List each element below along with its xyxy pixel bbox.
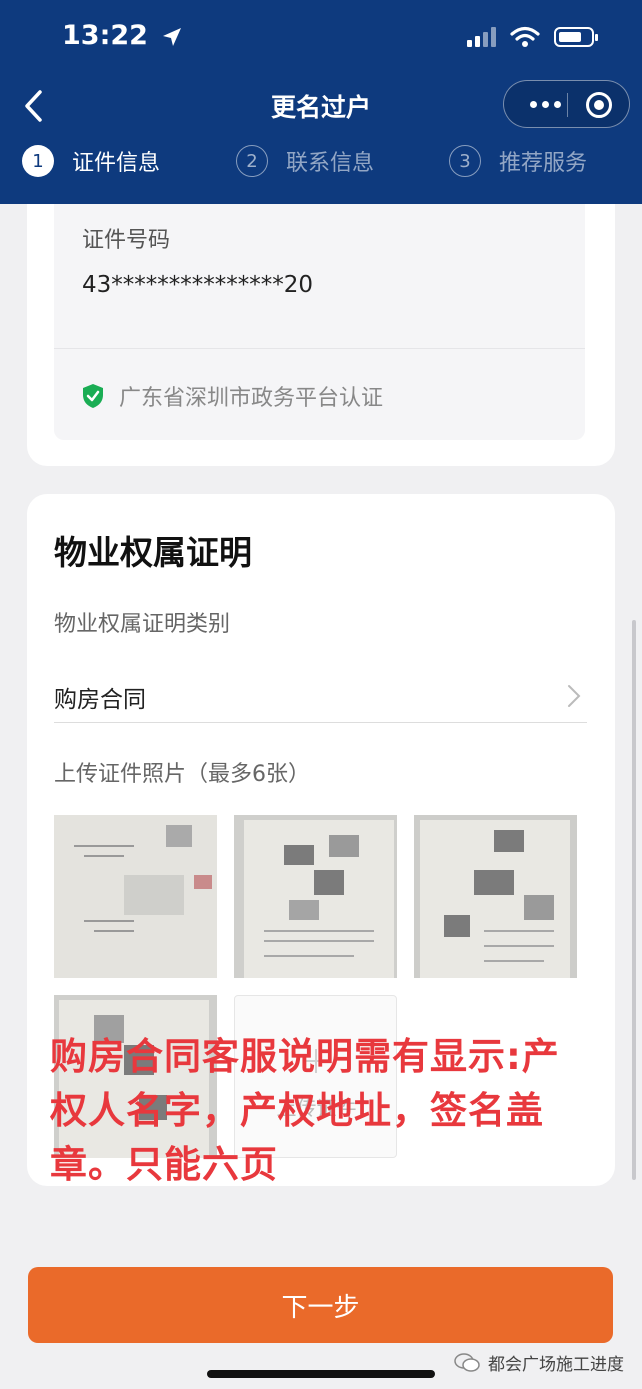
id-info-card: 证件号码 43***************20 广东省深圳市政务平台认证 [27,204,615,466]
home-indicator [207,1370,435,1378]
watermark-text: 都会广场施工进度 [488,1355,624,1375]
proof-type-select[interactable]: 购房合同 [54,674,587,723]
annotation-overlay: 购房合同客服说明需有显示:产权人名字，产权地址，签名盖章。只能六页 [50,1035,560,1186]
proof-type-value: 购房合同 [54,687,146,713]
uploaded-photo[interactable] [234,815,397,978]
status-bar-time: 13:22 [62,20,183,51]
certification-text: 广东省深圳市政务平台认证 [119,386,384,411]
watermark: 都会广场施工进度 [454,1350,624,1375]
step-3-number: 3 [449,145,481,177]
scrollbar[interactable] [632,620,636,1180]
more-options-button[interactable] [524,93,566,115]
step-3-label: 推荐服务 [499,151,588,176]
battery-icon [554,27,598,47]
id-number-value: 43***************20 [82,272,314,298]
uploaded-photo[interactable] [54,815,217,978]
wifi-icon [510,26,540,47]
close-mini-program-button[interactable] [586,92,612,118]
app-header: 13:22 更名过户 1 证件信息 2 联系信息 3 推荐服务 [0,0,642,204]
certification-row: 广东省深圳市政务平台认证 [81,380,383,412]
id-number-box: 证件号码 43***************20 广东省深圳市政务平台认证 [54,204,585,440]
upload-label: 上传证件照片（最多6张） [54,762,310,787]
cellular-signal-icon [467,27,496,47]
status-time-text: 13:22 [62,20,148,51]
section-title: 物业权属证明 [54,533,252,572]
status-icons [467,26,598,48]
location-arrow-icon [163,27,182,46]
id-number-label: 证件号码 [82,228,171,253]
mini-program-capsule [503,80,630,128]
next-step-button[interactable]: 下一步 [28,1267,613,1343]
verified-shield-icon [83,384,103,408]
proof-type-label: 物业权属证明类别 [54,612,231,637]
step-1-label: 证件信息 [72,151,161,176]
step-indicator: 1 证件信息 2 联系信息 3 推荐服务 [22,145,622,185]
uploaded-photo[interactable] [414,815,577,978]
step-2-label: 联系信息 [286,151,375,176]
step-1: 1 证件信息 [22,145,160,177]
step-3: 3 推荐服务 [449,145,587,177]
wechat-icon [454,1352,480,1372]
chevron-right-icon [568,685,581,707]
step-2: 2 联系信息 [236,145,374,177]
step-2-number: 2 [236,145,268,177]
step-1-number: 1 [22,145,54,177]
divider [54,348,585,349]
